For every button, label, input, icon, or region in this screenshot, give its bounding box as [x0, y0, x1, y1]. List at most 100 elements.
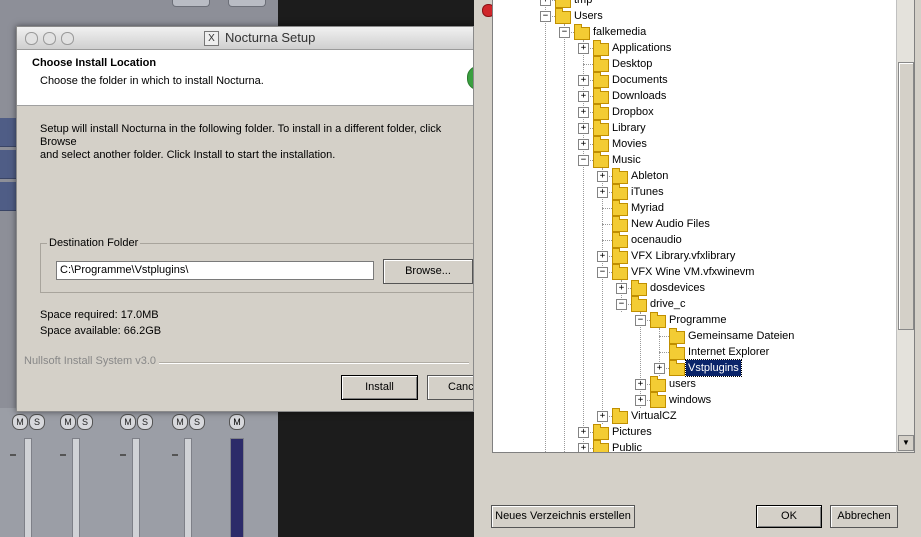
tree-item[interactable]: + tmp: [493, 0, 897, 8]
tree-item[interactable]: Desktop: [493, 56, 897, 72]
solo-button[interactable]: S: [189, 414, 205, 430]
ok-button[interactable]: OK: [756, 505, 822, 528]
folder-label[interactable]: dosdevices: [648, 280, 707, 296]
solo-button[interactable]: S: [77, 414, 93, 430]
folder-label[interactable]: Users: [572, 8, 605, 24]
folder-label[interactable]: Programme: [667, 312, 728, 328]
minimize-window-button[interactable]: [43, 32, 56, 45]
folder-label[interactable]: Music: [610, 152, 643, 168]
expand-icon[interactable]: +: [578, 75, 589, 86]
tree-item[interactable]: + Documents: [493, 72, 897, 88]
folder-label[interactable]: Library: [610, 120, 648, 136]
cancel-button[interactable]: Cancel: [427, 375, 473, 400]
collapse-icon[interactable]: −: [559, 27, 570, 38]
folder-label[interactable]: windows: [667, 392, 713, 408]
channel-fader[interactable]: [72, 438, 80, 537]
expand-icon[interactable]: +: [597, 251, 608, 262]
expand-icon[interactable]: +: [578, 139, 589, 150]
folder-label[interactable]: Pictures: [610, 424, 654, 440]
channel-fader[interactable]: [132, 438, 140, 537]
tree-item[interactable]: + VFX Library.vfxlibrary: [493, 248, 897, 264]
tree-item[interactable]: Myriad: [493, 200, 897, 216]
channel-fader[interactable]: [184, 438, 192, 537]
mute-button[interactable]: M: [12, 414, 28, 430]
expand-icon[interactable]: +: [578, 427, 589, 438]
close-window-button[interactable]: [25, 32, 38, 45]
expand-icon[interactable]: +: [654, 363, 665, 374]
tree-item[interactable]: + Pictures: [493, 424, 897, 440]
folder-label[interactable]: Applications: [610, 40, 673, 56]
tree-item[interactable]: − Music: [493, 152, 897, 168]
tree-item[interactable]: + Library: [493, 120, 897, 136]
collapse-icon[interactable]: −: [635, 315, 646, 326]
expand-icon[interactable]: +: [635, 395, 646, 406]
daw-track[interactable]: [0, 118, 16, 147]
folder-label[interactable]: iTunes: [629, 184, 666, 200]
expand-icon[interactable]: +: [578, 123, 589, 134]
tree-item[interactable]: + VirtualCZ: [493, 408, 897, 424]
daw-toolbar-button[interactable]: [228, 0, 266, 7]
folder-label[interactable]: Dropbox: [610, 104, 656, 120]
folder-label[interactable]: Movies: [610, 136, 649, 152]
expand-icon[interactable]: +: [597, 187, 608, 198]
master-mute-button[interactable]: M: [229, 414, 245, 430]
tree-item[interactable]: + Public: [493, 440, 897, 452]
folder-label[interactable]: tmp: [572, 0, 594, 8]
folder-label[interactable]: Desktop: [610, 56, 654, 72]
folder-label[interactable]: Gemeinsame Dateien: [686, 328, 796, 344]
zoom-window-button[interactable]: [61, 32, 74, 45]
folder-label[interactable]: Internet Explorer: [686, 344, 771, 360]
selected-folder-label[interactable]: Vstplugins: [685, 359, 742, 377]
tree-item[interactable]: + Applications: [493, 40, 897, 56]
mute-button[interactable]: M: [60, 414, 76, 430]
expand-icon[interactable]: +: [578, 91, 589, 102]
daw-track[interactable]: [0, 150, 16, 179]
folder-label[interactable]: New Audio Files: [629, 216, 712, 232]
expand-icon[interactable]: +: [597, 411, 608, 422]
tree-item[interactable]: Gemeinsame Dateien: [493, 328, 897, 344]
tree-item[interactable]: + Ableton: [493, 168, 897, 184]
tree-item[interactable]: − Users: [493, 8, 897, 24]
expand-icon[interactable]: +: [578, 43, 589, 54]
folder-label[interactable]: VirtualCZ: [629, 408, 679, 424]
scrollbar-thumb[interactable]: [898, 62, 914, 330]
mute-button[interactable]: M: [120, 414, 136, 430]
tree-item[interactable]: Internet Explorer: [493, 344, 897, 360]
folder-label[interactable]: users: [667, 376, 698, 392]
collapse-icon[interactable]: −: [578, 155, 589, 166]
solo-button[interactable]: S: [29, 414, 45, 430]
tree-item[interactable]: + dosdevices: [493, 280, 897, 296]
tree-item[interactable]: − VFX Wine VM.vfxwinevm: [493, 264, 897, 280]
install-button[interactable]: Install: [341, 375, 418, 400]
folder-label[interactable]: drive_c: [648, 296, 687, 312]
folder-label[interactable]: Ableton: [629, 168, 670, 184]
expand-icon[interactable]: +: [597, 171, 608, 182]
folder-label[interactable]: ocenaudio: [629, 232, 684, 248]
tree-item[interactable]: + windows: [493, 392, 897, 408]
tree-item[interactable]: − Programme: [493, 312, 897, 328]
tree-item[interactable]: New Audio Files: [493, 216, 897, 232]
expand-icon[interactable]: +: [616, 283, 627, 294]
folder-label[interactable]: VFX Library.vfxlibrary: [629, 248, 737, 264]
tree-item[interactable]: + Dropbox: [493, 104, 897, 120]
scroll-down-arrow-icon[interactable]: ▼: [898, 435, 914, 451]
folder-label[interactable]: Documents: [610, 72, 670, 88]
folder-label[interactable]: Public: [610, 440, 644, 452]
tree-item[interactable]: ocenaudio: [493, 232, 897, 248]
folder-label[interactable]: falkemedia: [591, 24, 648, 40]
daw-track[interactable]: [0, 182, 16, 211]
daw-toolbar-button[interactable]: [172, 0, 210, 7]
tree-item[interactable]: + users: [493, 376, 897, 392]
tree-item[interactable]: + iTunes: [493, 184, 897, 200]
destination-folder-input[interactable]: C:\Programme\Vstplugins\: [56, 261, 374, 280]
folder-label[interactable]: Myriad: [629, 200, 666, 216]
folder-tree[interactable]: + tmp − Users − falkemedia + Applications Deskto…: [492, 0, 898, 453]
mute-button[interactable]: M: [172, 414, 188, 430]
tree-item[interactable]: + Vstplugins: [493, 359, 897, 377]
channel-fader[interactable]: [24, 438, 32, 537]
tree-item[interactable]: − drive_c: [493, 296, 897, 312]
new-folder-button[interactable]: Neues Verzeichnis erstellen: [491, 505, 635, 528]
expand-icon[interactable]: +: [578, 443, 589, 452]
expand-icon[interactable]: +: [635, 379, 646, 390]
expand-icon[interactable]: +: [578, 107, 589, 118]
